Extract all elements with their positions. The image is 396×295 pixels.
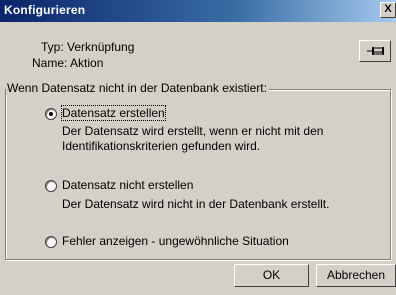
type-label: Typ: Verknüpfung <box>41 40 135 54</box>
radio-create-record[interactable] <box>45 108 57 120</box>
close-icon: X <box>384 3 392 15</box>
option-create-record-label[interactable]: Datensatz erstellen <box>61 105 166 121</box>
radio-show-error[interactable] <box>45 236 57 248</box>
option-show-error-label[interactable]: Fehler anzeigen - ungewöhnliche Situatio… <box>62 234 289 248</box>
option-create-record-desc-1: Der Datensatz wird erstellt, wenn er nic… <box>62 124 324 138</box>
name-label: Name: Aktion <box>32 56 104 70</box>
pin-icon <box>367 47 384 55</box>
close-button[interactable]: X <box>380 2 396 18</box>
radio-do-not-create[interactable] <box>45 180 57 192</box>
radio-selected-dot <box>49 112 53 116</box>
window-title: Konfigurieren <box>4 3 86 17</box>
title-bar: Konfigurieren X <box>0 0 396 22</box>
option-do-not-create-label[interactable]: Datensatz nicht erstellen <box>62 178 193 192</box>
option-do-not-create-desc: Der Datensatz wird nicht in der Datenban… <box>62 197 330 211</box>
option-create-record-desc-2: Identifikationskriterien gefunden wird. <box>62 139 261 153</box>
pin-button[interactable] <box>359 40 391 62</box>
cancel-button[interactable]: Abbrechen <box>316 264 396 287</box>
group-legend: Wenn Datensatz nicht in der Datenbank ex… <box>6 81 269 95</box>
ok-button[interactable]: OK <box>234 264 309 287</box>
